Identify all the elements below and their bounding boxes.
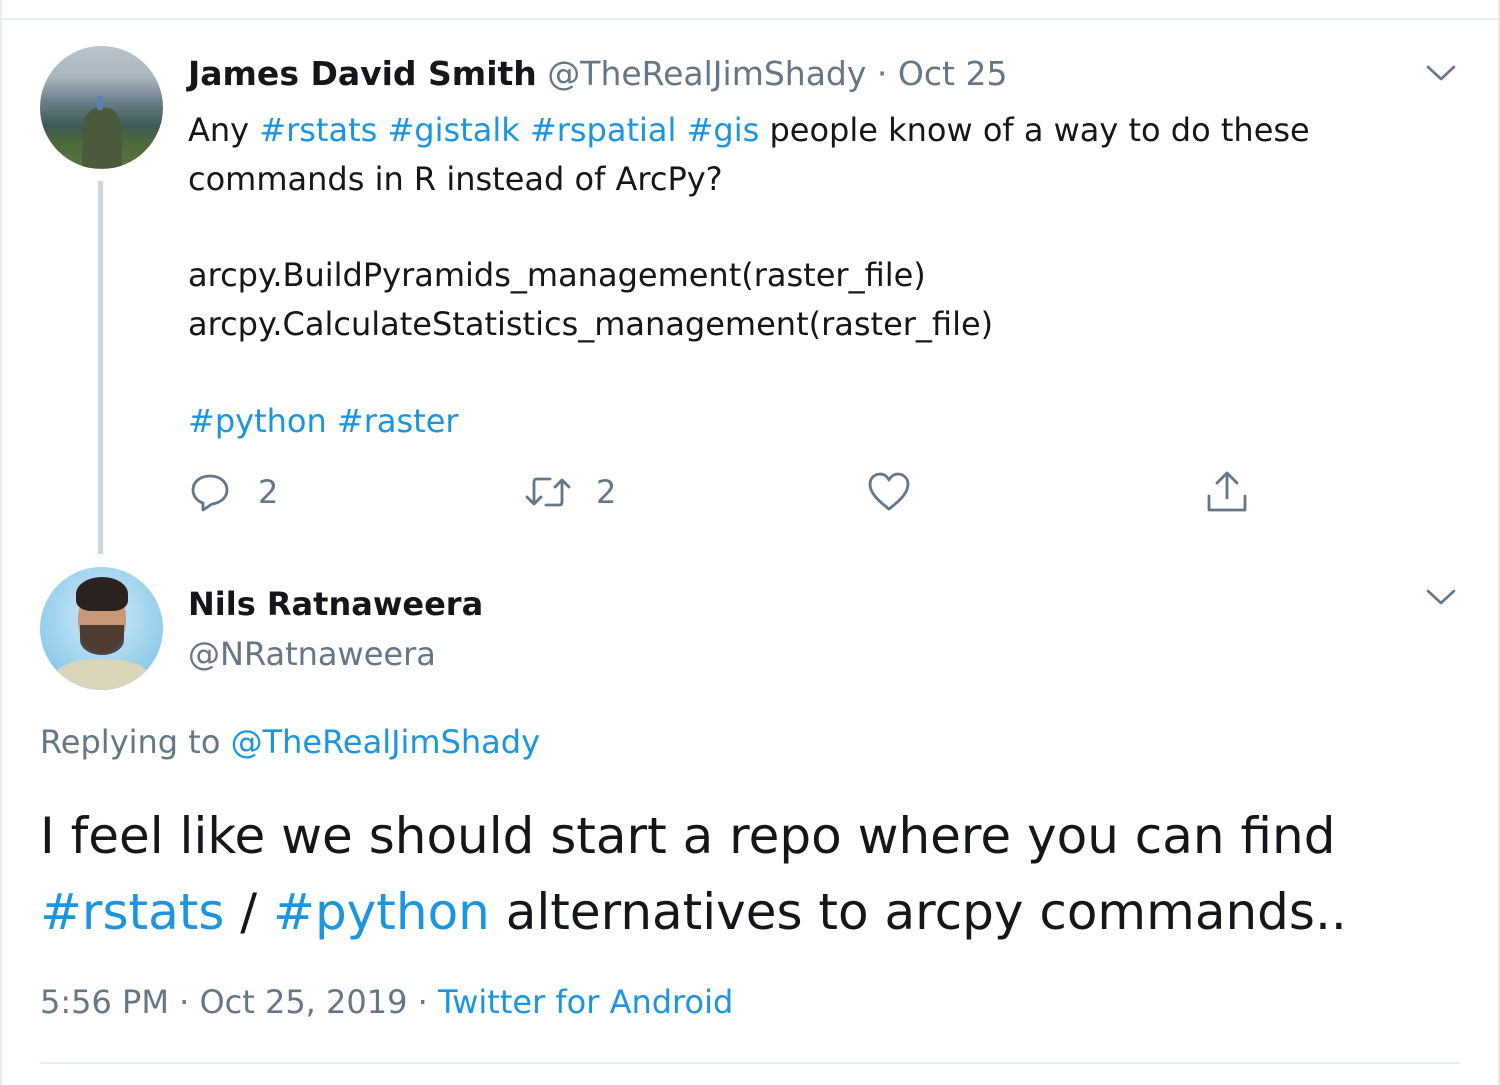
meta-separator: ·: [417, 983, 428, 1021]
tweet1-header: James David Smith @TheRealJimShady · Oct…: [188, 52, 1007, 96]
retweet-count: 2: [596, 473, 617, 511]
like-button[interactable]: [866, 470, 912, 514]
retweet-button[interactable]: 2: [524, 470, 616, 514]
chevron-down-icon[interactable]: [1424, 62, 1458, 84]
tweet1-text: Any #rstats #gistalk #rspatial #gis peop…: [188, 106, 1310, 204]
code-line-2: arcpy.CalculateStatistics_management(ras…: [188, 305, 994, 343]
avatar-nils-ratnaweera[interactable]: [40, 567, 163, 690]
tweet-date[interactable]: Oct 25: [898, 54, 1008, 93]
frame-border-left: [0, 0, 2, 1085]
source-link[interactable]: Twitter for Android: [438, 983, 733, 1021]
reply-text-line1: I feel like we should start a repo where…: [40, 807, 1336, 865]
hashtag-gis[interactable]: #gis: [687, 111, 760, 149]
author-handle[interactable]: @TheRealJimShady: [547, 54, 866, 93]
replying-to-handle[interactable]: @TheRealJimShady: [231, 723, 540, 761]
hashtag-python[interactable]: #python: [188, 402, 327, 440]
hashtag-rspatial[interactable]: #rspatial: [530, 111, 677, 149]
reply-author-handle[interactable]: @NRatnaweera: [188, 632, 436, 676]
avatar-figure-shape: [97, 96, 103, 110]
frame-border-top: [0, 18, 1500, 20]
reply-slash: /: [224, 883, 274, 941]
reply-date[interactable]: Oct 25, 2019: [199, 983, 407, 1021]
hashtag-gistalk[interactable]: #gistalk: [387, 111, 519, 149]
chevron-down-icon[interactable]: [1424, 586, 1458, 608]
avatar-rock-shape: [82, 108, 122, 168]
heart-icon: [868, 472, 910, 511]
avatar-shirt-shape: [54, 659, 150, 690]
reply-text-line2-rest: alternatives to arcpy commands..: [489, 883, 1347, 941]
share-button[interactable]: [1204, 468, 1250, 516]
tweet1-footer-hashtags: #python #raster: [188, 399, 459, 443]
reply-count: 2: [258, 473, 279, 511]
reply-button[interactable]: 2: [188, 470, 278, 514]
reply-metadata: 5:56 PM · Oct 25, 2019 · Twitter for And…: [40, 980, 733, 1024]
reply-author-name[interactable]: Nils Ratnaweera: [188, 582, 483, 626]
tweet1-text-line1: Any #rstats #gistalk #rspatial #gis peop…: [188, 106, 1310, 155]
bottom-divider: [40, 1062, 1460, 1064]
replying-to-line: Replying to @TheRealJimShady: [40, 720, 540, 764]
avatar-james-david-smith[interactable]: [40, 46, 163, 169]
hashtag-python[interactable]: #python: [273, 883, 490, 941]
reply-text: I feel like we should start a repo where…: [40, 798, 1347, 950]
avatar-beard-shape: [80, 625, 124, 655]
author-name[interactable]: James David Smith: [188, 54, 537, 93]
hashtag-rstats[interactable]: #rstats: [259, 111, 377, 149]
header-separator: ·: [876, 54, 888, 93]
reply-icon: [191, 474, 229, 512]
reply-text-line2: #rstats / #python alternatives to arcpy …: [40, 874, 1347, 950]
text-prefix: Any: [188, 111, 260, 149]
thread-connector-line: [98, 181, 103, 554]
avatar-hair-shape: [76, 577, 128, 611]
hashtag-rstats[interactable]: #rstats: [40, 883, 224, 941]
reply-time[interactable]: 5:56 PM: [40, 983, 169, 1021]
retweet-icon: [525, 477, 571, 507]
tweet1-text-line2: commands in R instead of ArcPy?: [188, 160, 723, 198]
meta-separator: ·: [179, 983, 190, 1021]
replying-label: Replying to: [40, 723, 231, 761]
hashtag-raster[interactable]: #raster: [337, 402, 459, 440]
code-line-1: arcpy.BuildPyramids_management(raster_fi…: [188, 256, 926, 294]
text-line1-rest: people know of a way to do these: [759, 111, 1310, 149]
share-icon: [1207, 471, 1247, 512]
